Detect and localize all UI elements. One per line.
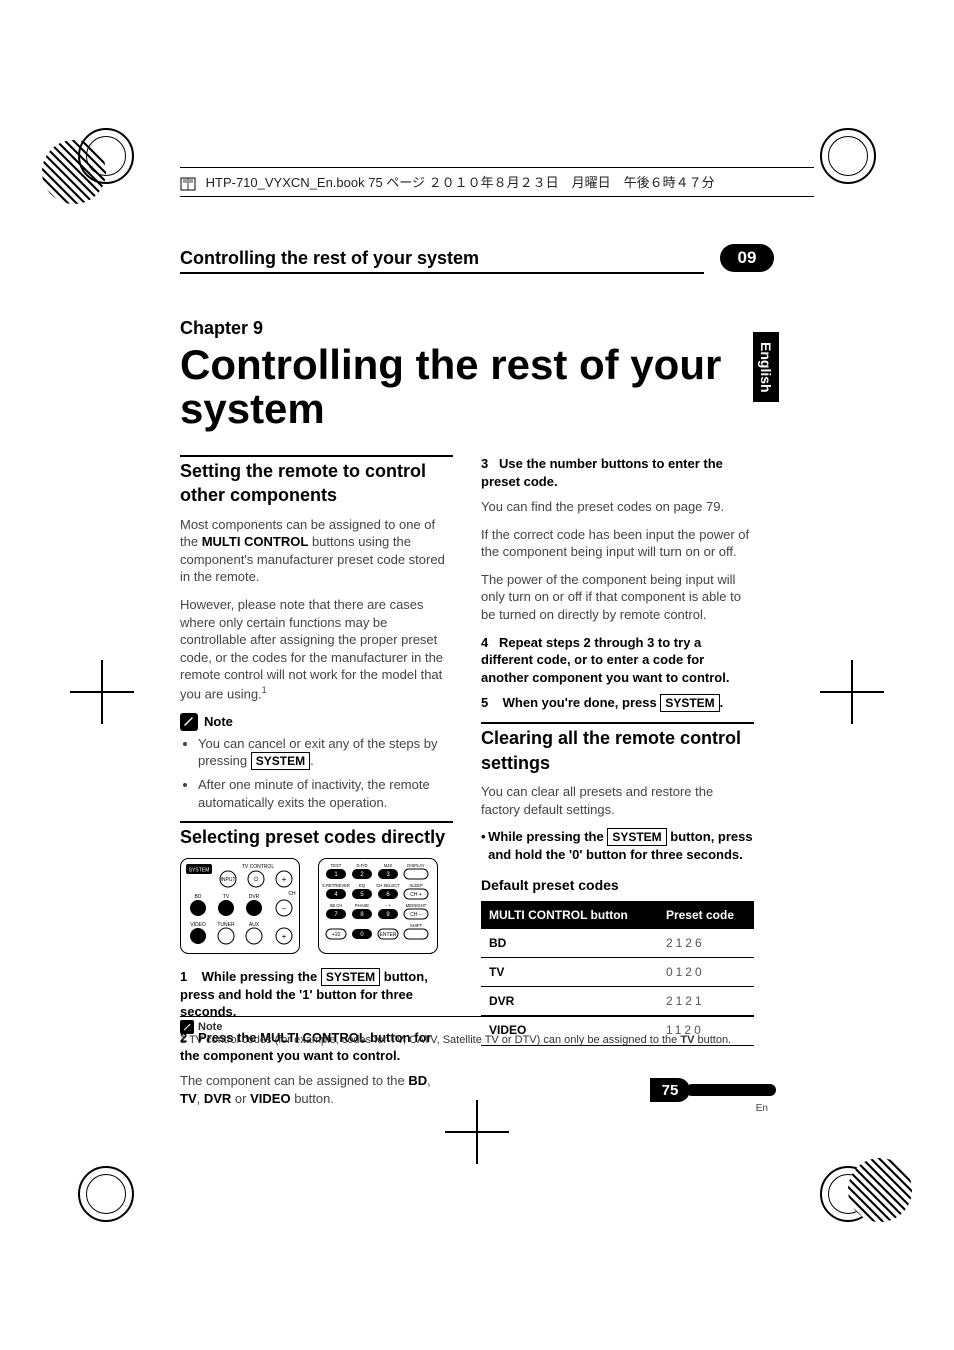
- svg-text:SB CH: SB CH: [330, 903, 343, 908]
- svg-text:D.F/D: D.F/D: [357, 863, 368, 868]
- crop-mark-bottom-left: [78, 1166, 134, 1222]
- svg-text:PHASE: PHASE: [355, 903, 369, 908]
- system-keycap: SYSTEM: [607, 828, 666, 846]
- chapter-number-badge: 09: [720, 244, 774, 272]
- registration-target-right: [820, 660, 884, 724]
- remote-top-diagram: SYSTEM TV CONTROL INPUT ⏻ + CH BD TV DVR…: [180, 858, 300, 954]
- section-heading-selecting-codes: Selecting preset codes directly: [180, 821, 453, 849]
- paragraph: If the correct code has been input the p…: [481, 526, 754, 561]
- svg-text:AUX: AUX: [249, 922, 260, 928]
- table-row: BD2126: [481, 929, 754, 958]
- svg-text:–: –: [282, 904, 287, 913]
- svg-text:ENTER: ENTER: [380, 932, 397, 938]
- running-header-rule: [180, 272, 704, 274]
- crop-mark-top-right: [820, 128, 876, 184]
- remote-numpad-diagram: TEST D.F/D MJX DISPLAY S.RETRIEVER EQ CH…: [318, 858, 438, 954]
- table-header-button: MULTI CONTROL button: [481, 901, 658, 929]
- system-keycap: SYSTEM: [660, 694, 719, 712]
- svg-text:TV CONTROL: TV CONTROL: [242, 864, 274, 870]
- table-heading: Default preset codes: [481, 876, 754, 895]
- step-3: 3Use the number buttons to enter the pre…: [481, 455, 754, 490]
- svg-text:SLEEP: SLEEP: [409, 883, 423, 888]
- print-job-text: HTP-710_VYXCN_En.book 75 ページ ２０１０年８月２３日 …: [206, 175, 715, 190]
- table-row: DVR2121: [481, 987, 754, 1016]
- svg-text:TUNER: TUNER: [217, 922, 235, 928]
- svg-text:MIDNIGHT: MIDNIGHT: [406, 903, 427, 908]
- svg-text:CH: CH: [288, 891, 296, 897]
- svg-text:TV: TV: [223, 894, 230, 900]
- svg-text:INPUT: INPUT: [221, 877, 236, 883]
- svg-text:DVR: DVR: [249, 894, 260, 900]
- step-2-body: The component can be assigned to the BD,…: [180, 1072, 453, 1107]
- footnote: Note 1 TV control codes (for example, co…: [180, 1020, 754, 1046]
- book-icon: [180, 176, 196, 192]
- page-number-ornament: 75: [650, 1078, 776, 1102]
- svg-text:S.RETRIEVER: S.RETRIEVER: [322, 883, 350, 888]
- svg-text:CH –: CH –: [410, 912, 422, 918]
- chapter-label: Chapter 9: [180, 318, 754, 339]
- svg-text:+10: +10: [332, 932, 341, 938]
- table-row: TV0120: [481, 958, 754, 987]
- svg-text:– +: – +: [385, 903, 391, 908]
- svg-text:MJX: MJX: [384, 863, 393, 868]
- svg-text:TEST: TEST: [331, 863, 342, 868]
- note-list: You can cancel or exit any of the steps …: [180, 735, 453, 812]
- paragraph: However, please note that there are case…: [180, 596, 453, 703]
- section-heading-setting-remote: Setting the remote to control other comp…: [180, 455, 453, 508]
- print-job-header: HTP-710_VYXCN_En.book 75 ページ ２０１０年８月２３日 …: [180, 167, 814, 197]
- remote-illustrations: SYSTEM TV CONTROL INPUT ⏻ + CH BD TV DVR…: [180, 858, 453, 954]
- svg-text:⏻: ⏻: [254, 876, 259, 883]
- running-header-title: Controlling the rest of your system: [180, 248, 710, 269]
- footnote-rule: [180, 1016, 754, 1017]
- svg-text:CH +: CH +: [410, 892, 422, 898]
- registration-hatch-bottom-right: [848, 1158, 912, 1222]
- section-heading-clearing: Clearing all the remote control settings: [481, 722, 754, 775]
- paragraph: You can clear all presets and restore th…: [481, 783, 754, 818]
- chapter-title: Controlling the rest of your system: [180, 343, 754, 431]
- note-icon: [180, 713, 198, 731]
- svg-text:+: +: [282, 875, 287, 884]
- bullet-step: • While pressing the SYSTEM button, pres…: [481, 828, 754, 864]
- page-number-label: En: [756, 1103, 768, 1114]
- list-item: After one minute of inactivity, the remo…: [198, 776, 453, 811]
- step-4: 4Repeat steps 2 through 3 to try a diffe…: [481, 634, 754, 687]
- registration-target-left: [70, 660, 134, 724]
- svg-text:EQ: EQ: [359, 883, 366, 888]
- svg-text:VIDEO: VIDEO: [190, 922, 206, 928]
- svg-text:DISPLAY: DISPLAY: [407, 863, 425, 868]
- crop-mark-top-left: [78, 128, 134, 184]
- system-keycap: SYSTEM: [321, 968, 380, 986]
- system-keycap: SYSTEM: [251, 752, 310, 770]
- step-3-body: You can find the preset codes on page 79…: [481, 498, 754, 516]
- list-item: You can cancel or exit any of the steps …: [198, 735, 453, 771]
- svg-text:SHIFT: SHIFT: [410, 923, 423, 928]
- note-heading: Note: [180, 713, 453, 731]
- step-1: 1 While pressing the SYSTEM button, pres…: [180, 968, 453, 1021]
- paragraph: Most components can be assigned to one o…: [180, 516, 453, 586]
- language-tab: English: [753, 332, 779, 402]
- note-icon: [180, 1020, 194, 1034]
- table-header-code: Preset code: [658, 901, 754, 929]
- step-5: 5 When you're done, press SYSTEM.: [481, 694, 754, 712]
- page-number: 75: [650, 1078, 690, 1102]
- svg-text:CH SELECT: CH SELECT: [376, 883, 400, 888]
- svg-text:BD: BD: [195, 894, 202, 900]
- svg-text:+: +: [282, 932, 287, 941]
- paragraph: The power of the component being input w…: [481, 571, 754, 624]
- svg-text:SYSTEM: SYSTEM: [189, 867, 210, 873]
